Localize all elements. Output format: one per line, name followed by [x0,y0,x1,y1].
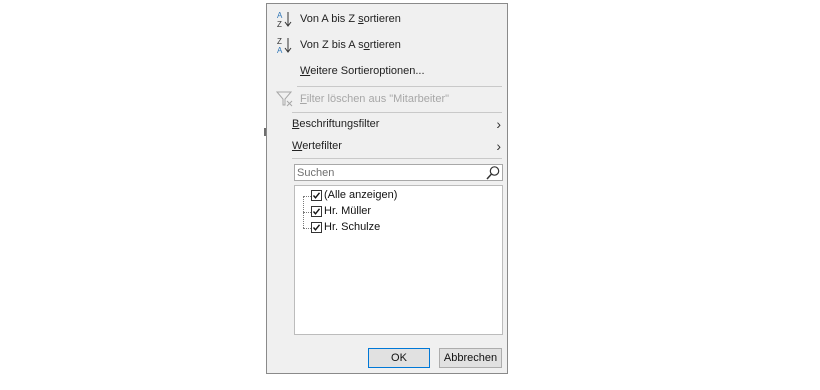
label-filter-label: Beschriftungsfilter [292,118,380,130]
sort-z-to-a-item[interactable]: Z A Von Z bis A sortieren [267,34,507,56]
more-sort-options-label: Weitere Sortieroptionen... [300,65,425,77]
search-box [294,164,503,181]
svg-text:Z: Z [277,20,282,28]
svg-text:Z: Z [277,37,282,46]
search-input[interactable] [296,165,483,180]
chevron-right-icon: › [496,138,501,154]
menu-separator [292,158,502,159]
more-sort-options-item[interactable]: Weitere Sortieroptionen... [267,60,507,82]
menu-separator [297,86,502,87]
tree-branch [303,196,311,197]
value-filter-label: Wertefilter [292,140,342,152]
sort-za-icon: Z A [277,37,292,54]
sort-az-icon: A Z [277,11,292,28]
svg-text:A: A [277,11,283,20]
sort-a-to-z-label: Von A bis Z sortieren [300,13,401,25]
sort-z-to-a-label: Von Z bis A sortieren [300,39,401,51]
checkbox-checked[interactable] [311,206,322,217]
checkbox-checked[interactable] [311,222,322,233]
list-item[interactable]: Hr. Schulze [295,220,495,236]
value-checklist: (Alle anzeigen) Hr. Müller Hr. Schulze [294,185,503,335]
cancel-button[interactable]: Abbrechen [439,348,502,368]
search-icon[interactable] [485,165,501,181]
clear-filter-item: Filter löschen aus "Mitarbeiter" [267,88,507,110]
tree-branch [303,228,311,229]
label-filter-item[interactable]: Beschriftungsfilter › [267,113,507,135]
ok-button[interactable]: OK [368,348,430,368]
clear-filter-icon [276,91,293,107]
chevron-right-icon: › [496,116,501,132]
list-item-label: (Alle anzeigen) [324,189,398,201]
checkbox-checked[interactable] [311,190,322,201]
list-item-label: Hr. Schulze [324,221,381,233]
svg-text:A: A [277,46,283,54]
list-item[interactable]: (Alle anzeigen) [295,188,495,204]
list-item-label: Hr. Müller [324,205,372,217]
clear-filter-label: Filter löschen aus "Mitarbeiter" [300,93,450,105]
autofilter-dropdown: A Z Von A bis Z sortieren Z A Von Z bis … [264,3,508,374]
value-filter-item[interactable]: Wertefilter › [267,135,507,157]
sort-a-to-z-item[interactable]: A Z Von A bis Z sortieren [267,8,507,30]
list-item[interactable]: Hr. Müller [295,204,495,220]
tree-branch [303,212,311,213]
column-edge-marker [264,128,266,136]
